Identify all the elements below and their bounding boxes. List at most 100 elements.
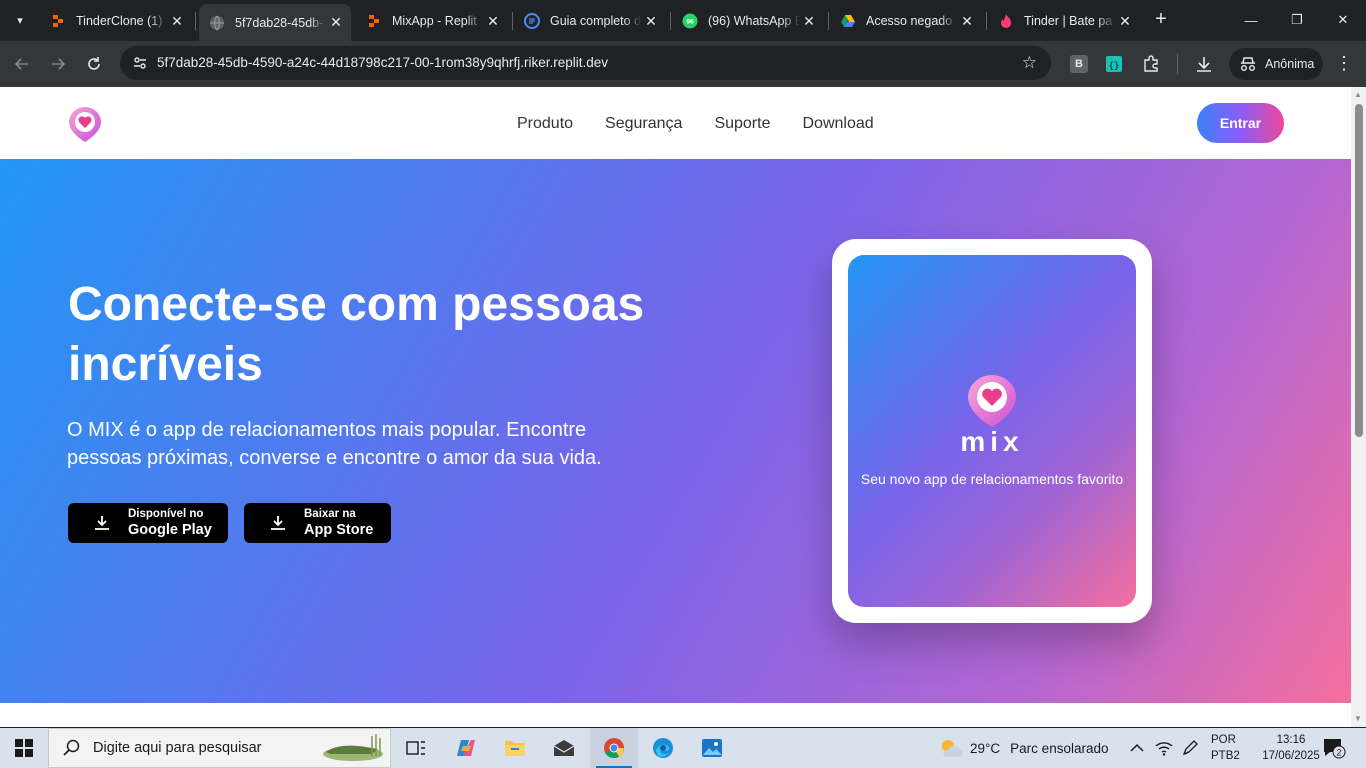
windows-logo-icon [15,739,33,757]
tab-tinderclone[interactable]: TinderClone (1) - ✕ [40,6,192,36]
partly-sunny-icon [942,740,963,757]
extensions-button[interactable] [1140,53,1162,75]
mail-icon [553,740,575,756]
replit-icon [53,15,63,27]
arrow-left-icon [14,58,28,70]
task-view-button[interactable] [392,728,440,768]
address-bar[interactable]: 5f7dab28-45db-4590-a24c-44d18798c217-00-… [120,46,1051,80]
copilot-button[interactable] [442,728,490,768]
bookmark-star-icon[interactable]: ☆ [1022,53,1037,73]
file-explorer-button[interactable] [491,728,539,768]
url-text: 5f7dab28-45db-4590-a24c-44d18798c217-00-… [157,55,609,70]
weather-widget[interactable]: 29°C Parc ensolarado [938,728,1108,768]
close-icon[interactable]: ✕ [327,14,345,31]
clock[interactable]: 13:16 17/06/2025 [1256,732,1326,764]
site-header: Produto Segurança Suporte Download Entra… [0,87,1351,159]
app-store-button[interactable]: Baixar na App Store [244,503,391,543]
tab-separator [512,12,513,30]
reload-button[interactable] [81,51,107,77]
window-close-button[interactable]: ✕ [1320,0,1366,40]
network-indicator[interactable] [1155,728,1173,768]
nav-suporte[interactable]: Suporte [714,115,770,133]
docs-icon [524,13,540,29]
downloads-button[interactable] [1193,53,1215,75]
tab-title: (96) WhatsApp B [708,14,800,28]
new-tab-button[interactable]: + [1150,8,1172,32]
keyboard-layout: PTB2 [1211,750,1240,762]
extension-b-button[interactable]: B [1068,53,1090,75]
chrome-button[interactable] [590,728,638,768]
next-section [0,703,1351,727]
mail-button[interactable] [540,728,588,768]
taskbar-search[interactable]: Digite aqui para pesquisar [48,728,391,768]
google-play-button[interactable]: Disponível no Google Play [68,503,228,543]
phone-brand-text: mix [960,426,1023,455]
tab-separator [195,12,196,30]
drive-icon [841,15,855,27]
tab-search-button[interactable]: ▾ [6,7,34,33]
tab-whatsapp[interactable]: 96 (96) WhatsApp B ✕ [672,6,824,36]
tab-mixapp[interactable]: MixApp - Replit ✕ [356,6,508,36]
phone-tagline: Seu novo app de relacionamentos favorito [860,471,1124,487]
globe-icon [210,15,224,30]
tab-tinder[interactable]: Tinder | Bate pa ✕ [988,6,1140,36]
close-icon[interactable]: ✕ [1116,13,1134,30]
photos-button[interactable] [688,728,736,768]
scrollbar-thumb[interactable] [1355,104,1363,437]
browser-menu-button[interactable]: ⋮ [1335,53,1353,74]
edge-button[interactable] [639,728,687,768]
search-icon [63,739,80,756]
show-hidden-icons-button[interactable] [1130,728,1144,768]
phone-mockup: mix Seu novo app de relacionamentos favo… [832,239,1152,623]
tab-separator [828,12,829,30]
close-icon[interactable]: ✕ [958,13,976,30]
close-icon[interactable]: ✕ [484,13,502,30]
reload-icon [88,57,100,70]
nav-produto[interactable]: Produto [517,115,573,133]
whatsapp-icon: 96 [682,13,698,29]
puzzle-icon [1144,55,1158,72]
tab-replit-dev[interactable]: 5f7dab28-45db- ✕ [199,4,351,41]
site-settings-icon [134,57,146,69]
page-viewport: Produto Segurança Suporte Download Entra… [0,87,1351,727]
close-icon[interactable]: ✕ [800,13,818,30]
download-icon [92,515,112,531]
back-button[interactable] [9,51,35,77]
incognito-indicator[interactable]: Anônima [1229,48,1323,80]
chrome-icon [604,738,624,759]
tab-title: Acesso negado [866,14,953,28]
google-play-text: Disponível no Google Play [128,508,212,539]
close-icon[interactable]: ✕ [642,13,660,30]
mix-logo-icon[interactable] [67,105,103,143]
tab-acesso-negado[interactable]: Acesso negado ✕ [830,6,982,36]
tab-separator [670,12,671,30]
page-scrollbar[interactable]: ▲ ▼ [1351,87,1366,727]
windows-taskbar: Digite aqui para pesquisar 29°C Parc ens… [0,728,1366,768]
scroll-down-arrow-icon[interactable]: ▼ [1354,714,1362,723]
scroll-up-arrow-icon[interactable]: ▲ [1354,90,1362,99]
tab-guia[interactable]: Guia completo d ✕ [514,6,666,36]
replit-icon [369,15,379,27]
task-view-icon [406,741,425,755]
restore-button[interactable]: ❐ [1274,0,1320,40]
clock-date: 17/06/2025 [1262,750,1320,762]
chevron-up-icon [1130,743,1144,752]
download-icon [268,515,288,531]
minimize-button[interactable]: ― [1228,0,1274,40]
login-button[interactable]: Entrar [1197,103,1284,143]
forward-button[interactable] [45,51,71,77]
clock-time: 13:16 [1276,734,1306,746]
arrow-right-icon [52,58,66,70]
notification-center-button[interactable]: 2 [1322,737,1346,759]
language-code: POR [1211,734,1236,746]
nav-seguranca[interactable]: Segurança [605,115,682,133]
nav-download[interactable]: Download [802,115,873,133]
close-icon[interactable]: ✕ [168,13,186,30]
language-indicator[interactable]: POR PTB2 [1211,732,1240,764]
google-play-line1: Disponível no [128,507,204,520]
start-button[interactable] [0,728,48,768]
pen-indicator[interactable] [1181,728,1199,768]
incognito-label: Anônima [1265,57,1315,71]
extension-json-button[interactable]: {} [1103,53,1125,75]
phone-screen: mix Seu novo app de relacionamentos favo… [848,255,1136,607]
